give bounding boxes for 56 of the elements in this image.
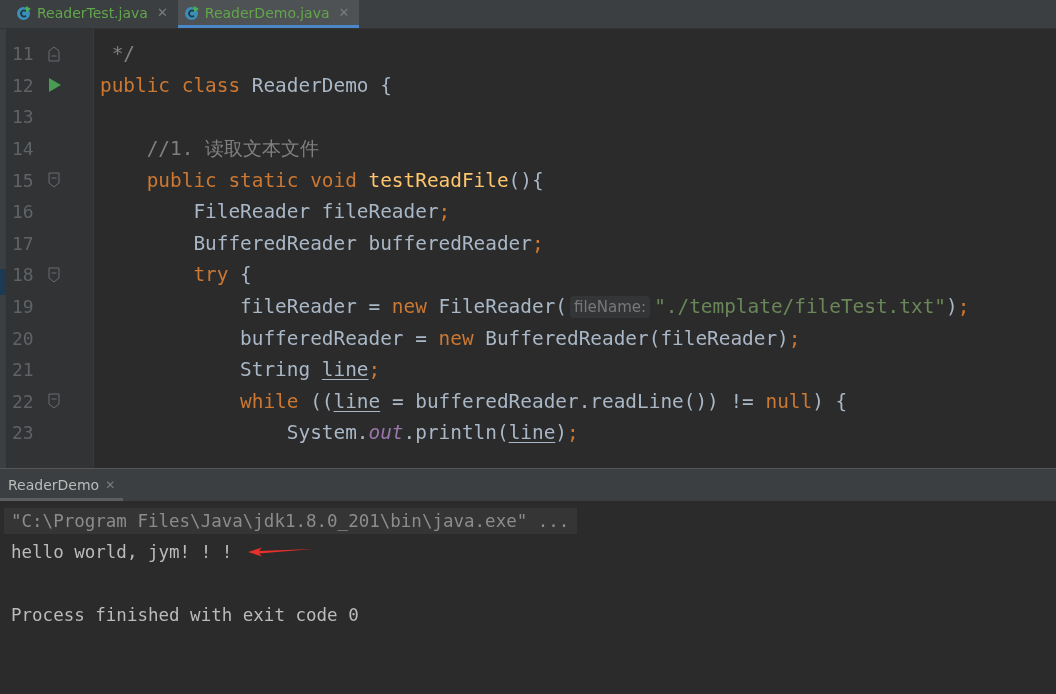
fold-icon[interactable]	[48, 172, 60, 189]
console-tab[interactable]: ReaderDemo ✕	[0, 477, 124, 501]
fold-icon[interactable]	[48, 45, 60, 62]
close-icon[interactable]: ✕	[156, 5, 168, 20]
code-token: ) {	[812, 389, 848, 413]
close-icon[interactable]: ✕	[338, 5, 350, 20]
code-token: line	[333, 389, 381, 413]
fold-icon[interactable]	[48, 266, 60, 283]
code-token: line	[508, 421, 556, 445]
code-token: //1. 读取文本文件	[145, 136, 320, 163]
parameter-hint: fileName:	[570, 295, 651, 318]
console-output: hello world, jym! ! !	[10, 541, 233, 562]
code-token: (){	[508, 168, 544, 192]
code-token: FileReader fileReader	[192, 200, 439, 224]
class-file-icon	[16, 4, 32, 21]
highlight-marker	[0, 269, 6, 295]
code-token: fileReader =	[239, 295, 382, 319]
class-file-icon	[183, 4, 200, 21]
code-token: out	[368, 421, 404, 445]
code-token: */	[110, 42, 136, 66]
code-token: new	[391, 295, 428, 319]
code-token: FileReader(	[438, 295, 567, 319]
code-token: public class	[100, 73, 242, 97]
file-tab[interactable]: ReaderDemo.java ✕	[177, 0, 360, 28]
code-token: .println(	[403, 421, 509, 445]
code-token: BufferedReader(fileReader)	[485, 326, 789, 350]
code-token: new	[438, 326, 475, 350]
fold-icon[interactable]	[48, 393, 60, 410]
code-token: ;	[567, 421, 579, 445]
console-output: Process finished with exit code 0	[10, 604, 359, 625]
code-token: public static void	[145, 168, 358, 192]
code-token: bufferedReader =	[239, 326, 428, 350]
code-token: ;	[788, 326, 801, 350]
code-token: )	[555, 421, 567, 445]
code-token: ;	[368, 358, 381, 382]
code-token: testReadFile	[368, 168, 509, 192]
code-token: ;	[957, 295, 970, 319]
code-token: System.	[285, 421, 369, 445]
code-token: try	[192, 263, 230, 287]
close-icon[interactable]: ✕	[105, 478, 116, 492]
code-token: "./template/fileTest.txt"	[654, 295, 946, 319]
console-command: "C:\Program Files\Java\jdk1.8.0_201\bin\java.exe" ...	[4, 507, 578, 534]
code-token: = bufferedReader.readLine()) !=	[390, 389, 755, 413]
code-token: String	[239, 358, 312, 382]
code-token: while	[239, 389, 300, 413]
code-token: BufferedReader bufferedReader	[192, 231, 532, 255]
code-token: )	[946, 295, 958, 319]
run-icon[interactable]	[48, 77, 62, 94]
code-token: ((	[310, 389, 334, 413]
code-token: {	[240, 263, 252, 287]
code-token: ;	[531, 231, 544, 255]
code-token: ReaderDemo {	[251, 73, 392, 97]
code-token: line	[321, 358, 369, 382]
code-token: null	[765, 389, 813, 413]
code-token: ;	[438, 200, 451, 224]
file-tab[interactable]: ReaderTest.java ✕	[10, 0, 178, 28]
